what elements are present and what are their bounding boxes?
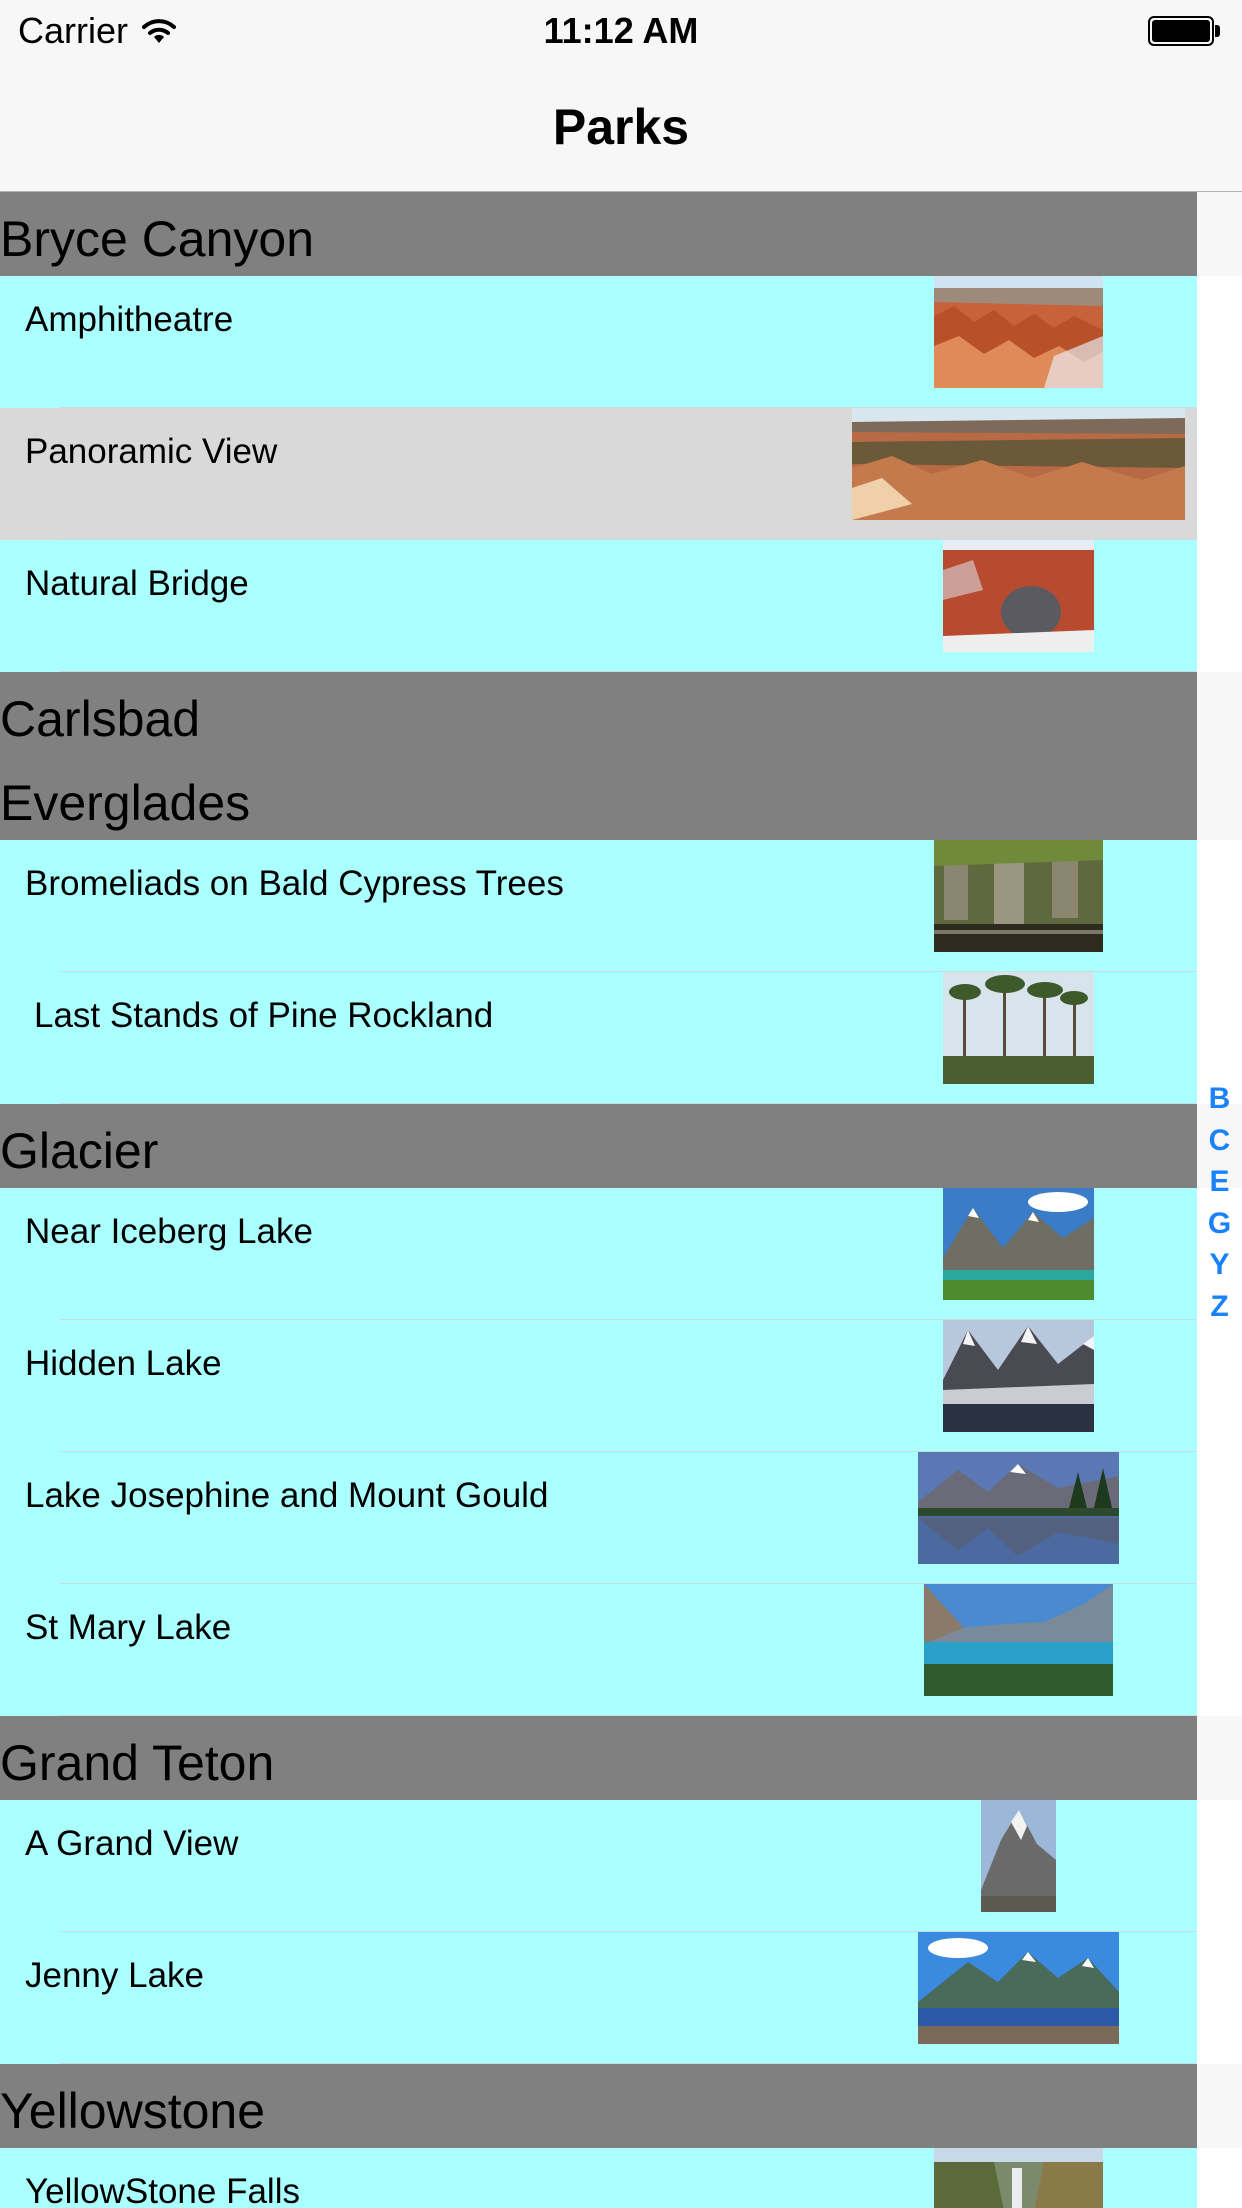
bryce-natural-bridge-photo-icon (943, 540, 1094, 652)
row-label: St Mary Lake (25, 1608, 232, 1647)
parks-table[interactable]: Bryce Canyon Amphitheatre Panoramic View (0, 192, 1242, 2208)
section-index-letter[interactable]: Y (1209, 1244, 1229, 1286)
row-label: Lake Josephine and Mount Gould (25, 1476, 549, 1515)
section-title: Everglades (0, 775, 251, 831)
navigation-bar: Parks (0, 60, 1242, 192)
table-row-bromeliads[interactable]: Bromeliads on Bald Cypress Trees (0, 840, 1242, 972)
table-row-hidden-lake[interactable]: Hidden Lake (0, 1320, 1242, 1452)
row-label: Jenny Lake (25, 1956, 205, 1995)
jenny-lake-photo-icon (918, 1932, 1119, 2044)
section-header-yellowstone: Yellowstone (0, 2064, 1242, 2148)
section-title: Grand Teton (0, 1735, 275, 1791)
row-label: A Grand View (25, 1824, 239, 1863)
section-header-glacier: Glacier (0, 1104, 1242, 1188)
section-header-everglades: Everglades (0, 756, 1242, 840)
hidden-lake-photo-icon (943, 1320, 1094, 1432)
cypress-trees-photo-icon (934, 840, 1103, 952)
row-label: Last Stands of Pine Rockland (34, 996, 494, 1035)
table-row-st-mary-lake[interactable]: St Mary Lake (0, 1584, 1242, 1716)
pine-rockland-photo-icon (943, 972, 1094, 1084)
row-label: Hidden Lake (25, 1344, 222, 1383)
table-row-near-iceberg-lake[interactable]: Near Iceberg Lake (0, 1188, 1242, 1320)
table-row-panoramic-view[interactable]: Panoramic View (0, 408, 1242, 540)
table-row-jenny-lake[interactable]: Jenny Lake (0, 1932, 1242, 2064)
row-label: Natural Bridge (25, 564, 249, 603)
section-index-letter[interactable]: G (1208, 1203, 1231, 1245)
row-label: Near Iceberg Lake (25, 1212, 313, 1251)
table-row-natural-bridge[interactable]: Natural Bridge (0, 540, 1242, 672)
table-row-amphitheatre[interactable]: Amphitheatre (0, 276, 1242, 408)
section-title: Carlsbad (0, 691, 201, 747)
table-row-yellowstone-falls[interactable]: YellowStone Falls (0, 2148, 1242, 2208)
battery-icon (1148, 16, 1220, 46)
section-index-letter[interactable]: E (1209, 1161, 1229, 1203)
table-row-lake-josephine[interactable]: Lake Josephine and Mount Gould (0, 1452, 1242, 1584)
bryce-panorama-photo-icon (852, 408, 1185, 520)
section-index-letter[interactable]: C (1209, 1120, 1231, 1162)
table-row-a-grand-view[interactable]: A Grand View (0, 1800, 1242, 1932)
grand-teton-peak-photo-icon (981, 1800, 1056, 1912)
section-header-grand-teton: Grand Teton (0, 1716, 1242, 1800)
section-index[interactable]: B C E G Y Z (1197, 1078, 1242, 1327)
row-label: Bromeliads on Bald Cypress Trees (25, 864, 564, 903)
bryce-amphitheatre-photo-icon (934, 276, 1103, 388)
section-header-bryce-canyon: Bryce Canyon (0, 192, 1242, 276)
section-index-letter[interactable]: B (1209, 1078, 1231, 1120)
section-header-carlsbad: Carlsbad (0, 672, 1242, 756)
status-time: 11:12 AM (543, 10, 699, 51)
iceberg-lake-photo-icon (943, 1188, 1094, 1300)
row-label: Amphitheatre (25, 300, 234, 339)
status-bar: Carrier 11:12 AM (0, 0, 1242, 60)
section-index-letter[interactable]: Z (1210, 1286, 1228, 1328)
section-title: Bryce Canyon (0, 211, 315, 267)
section-title: Yellowstone (0, 2083, 266, 2139)
row-label: YellowStone Falls (25, 2172, 300, 2208)
page-title: Parks (552, 99, 690, 155)
row-label: Panoramic View (25, 432, 278, 471)
table-row-pine-rockland[interactable]: Last Stands of Pine Rockland (0, 972, 1242, 1104)
st-mary-lake-photo-icon (924, 1584, 1113, 1696)
yellowstone-falls-photo-icon (934, 2148, 1103, 2208)
lake-josephine-photo-icon (918, 1452, 1119, 1564)
section-title: Glacier (0, 1123, 159, 1179)
